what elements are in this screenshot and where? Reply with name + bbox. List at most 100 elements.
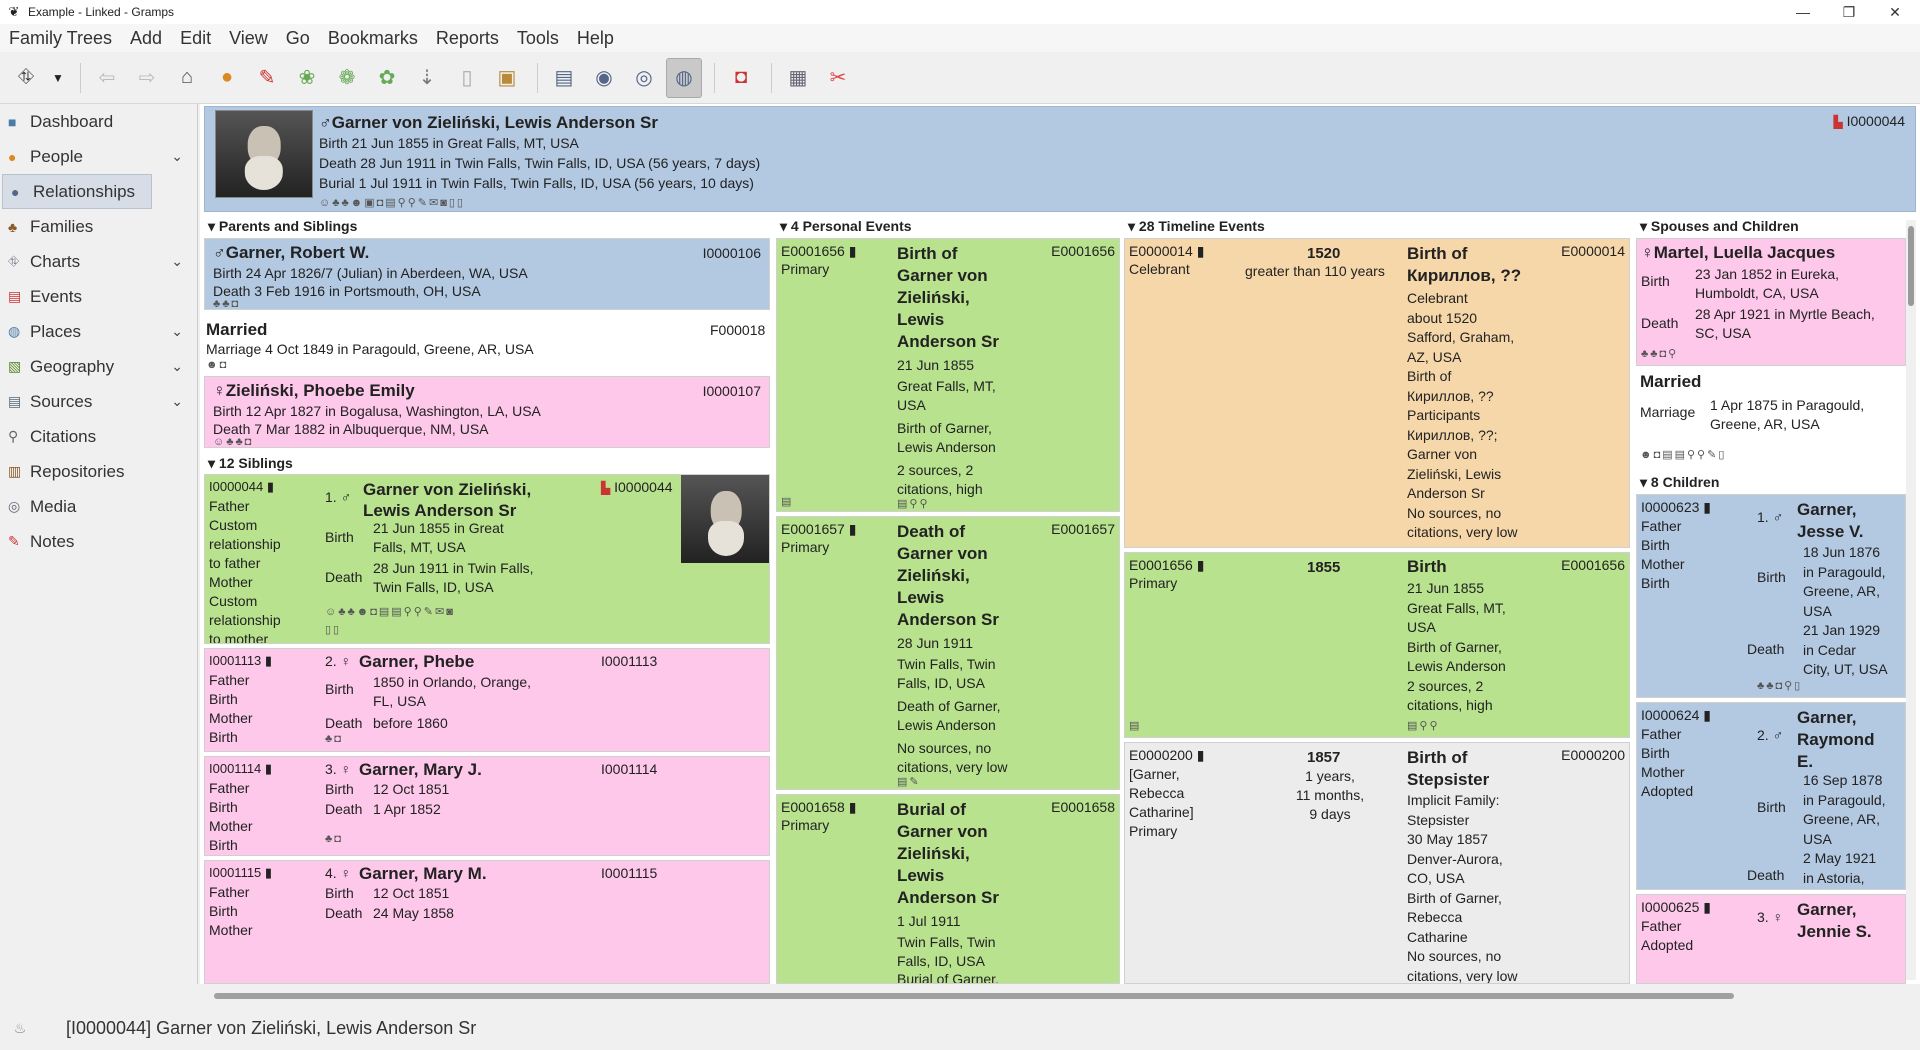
scrollbar-thumb[interactable]	[1908, 226, 1914, 306]
nav-families[interactable]: ♣ Families	[0, 209, 197, 244]
sibling-card[interactable]: I0001115 ▮ Father Birth Mother 4. ♀ Garn…	[204, 860, 770, 984]
child-name[interactable]: Garner, Jesse V.	[1797, 499, 1864, 543]
event-title[interactable]: Birth of Кириллов, ??	[1407, 243, 1521, 287]
sibling-name[interactable]: Garner, Mary J.	[359, 760, 482, 780]
family-trees-icon[interactable]: ⛗	[8, 58, 44, 98]
sibling-name[interactable]: Garner, Mary M.	[359, 864, 487, 884]
nav-charts[interactable]: ⛗ Charts ⌄	[0, 244, 197, 279]
mother-name[interactable]: ♀Zieliński, Phoebe Emily	[213, 381, 415, 401]
restore-button[interactable]: ❐	[1826, 0, 1872, 24]
chevron-down-icon[interactable]: ⌄	[171, 148, 183, 165]
event-title[interactable]: Death of Garner von Zieliński, Lewis And…	[897, 521, 999, 631]
child-name[interactable]: Garner, Raymond E.	[1797, 707, 1874, 773]
personal-events-header[interactable]: ▾ 4 Personal Events	[780, 218, 912, 235]
timeline-event-card[interactable]: E0000200 ▮ [Garner, Rebecca Catharine] P…	[1124, 742, 1630, 984]
timeline-event-card[interactable]: E0000014 ▮ Celebrant 1520 greater than 1…	[1124, 238, 1630, 548]
timeline-header[interactable]: ▾ 28 Timeline Events	[1128, 218, 1265, 235]
spouse-card[interactable]: ♀Martel, Luella Jacques Birth 23 Jan 185…	[1636, 238, 1906, 366]
sibling-name[interactable]: Garner von Zieliński, Lewis Anderson Sr	[363, 479, 531, 521]
child-card[interactable]: I0000625 ▮ Father Adopted 3. ♀ Garner, J…	[1636, 894, 1906, 984]
chevron-down-icon[interactable]: ⌄	[171, 253, 183, 270]
forward-icon[interactable]: ⇨	[129, 58, 165, 98]
filter-sidebar-icon[interactable]: ▤	[546, 58, 582, 98]
siblings-header[interactable]: ▾ 12 Siblings	[208, 455, 293, 472]
parents-siblings-header[interactable]: ▾ Parents and Siblings	[208, 218, 357, 235]
child-card[interactable]: I0000623 ▮ Father Birth Mother Birth 1. …	[1636, 494, 1906, 698]
chevron-down-icon[interactable]: ⌄	[171, 323, 183, 340]
mother-card[interactable]: ♀Zieliński, Phoebe Emily I0000107 Birth …	[204, 376, 770, 448]
add-family-icon[interactable]: ✿	[369, 58, 405, 98]
father-name[interactable]: ♂Garner, Robert W.	[213, 243, 369, 263]
horizontal-scrollbar[interactable]	[208, 991, 1908, 1001]
person-icon[interactable]: ●	[209, 58, 245, 98]
event-title[interactable]: Burial of Garner von Zieliński, Lewis An…	[897, 799, 999, 909]
nav-media[interactable]: ◎ Media	[0, 489, 197, 524]
active-person-name[interactable]: ♂Garner von Zieliński, Lewis Anderson Sr	[319, 113, 658, 133]
menu-help[interactable]: Help	[568, 28, 623, 49]
nav-notes[interactable]: ✎ Notes	[0, 524, 197, 559]
nav-repositories[interactable]: ▥ Repositories	[0, 454, 197, 489]
personal-event-card[interactable]: E0001658 ▮ Primary E0001658 Burial of Ga…	[776, 794, 1120, 984]
person-photo[interactable]	[215, 110, 313, 198]
nav-events[interactable]: ▤ Events	[0, 279, 197, 314]
reorder-icon[interactable]: ⇣	[409, 58, 445, 98]
father-card[interactable]: ♂Garner, Robert W. I0000106 Birth 24 Apr…	[204, 238, 770, 310]
spouses-header[interactable]: ▾ Spouses and Children	[1640, 218, 1799, 235]
spouse-icons: ♣♣◘⚲	[1641, 348, 1679, 360]
event-title[interactable]: Birth of Stepsister	[1407, 747, 1489, 791]
sibling-card[interactable]: I0000044 ▮ Father Custom relationship to…	[204, 474, 770, 644]
nav-people[interactable]: ● People ⌄	[0, 139, 197, 174]
event-title[interactable]: Birth of Garner von Zieliński, Lewis And…	[897, 243, 999, 353]
child-card[interactable]: I0000624 ▮ Father Birth Mother Adopted 2…	[1636, 702, 1906, 890]
timeline-event-card[interactable]: E0001656 ▮ Primary 1855 Birth E0001656 2…	[1124, 552, 1630, 738]
chevron-down-icon[interactable]: ⌄	[171, 393, 183, 410]
sibling-card[interactable]: I0001114 ▮ Father Birth Mother Birth 3. …	[204, 756, 770, 856]
vertical-scrollbar[interactable]	[1906, 220, 1916, 980]
edit-icon[interactable]: ✎	[249, 58, 285, 98]
nav-places[interactable]: ◍ Places ⌄	[0, 314, 197, 349]
nav-sources[interactable]: ▤ Sources ⌄	[0, 384, 197, 419]
chevron-down-icon[interactable]: ⌄	[171, 358, 183, 375]
add-partner-icon[interactable]: ❀	[289, 58, 325, 98]
menu-family-trees[interactable]: Family Trees	[0, 28, 121, 49]
view-icon-2[interactable]: ◎	[626, 58, 662, 98]
event-year: 1520	[1307, 245, 1341, 262]
spouse-name[interactable]: ♀Martel, Luella Jacques	[1641, 243, 1835, 263]
children-header[interactable]: ▾ 8 Children	[1640, 474, 1719, 491]
reports-icon[interactable]: ◘	[723, 58, 759, 98]
home-icon[interactable]: ⌂	[169, 58, 205, 98]
active-person-header[interactable]: ♂Garner von Zieliński, Lewis Anderson Sr…	[204, 106, 1916, 212]
menu-bookmarks[interactable]: Bookmarks	[319, 28, 427, 49]
dropdown-icon[interactable]: ▼	[48, 58, 68, 98]
child-name[interactable]: Garner, Jennie S.	[1797, 899, 1872, 943]
nav-citations[interactable]: ⚲ Citations	[0, 419, 197, 454]
menu-edit[interactable]: Edit	[171, 28, 220, 49]
clipboard-empty-icon[interactable]: ▯	[449, 58, 485, 98]
personal-event-card[interactable]: E0001656 ▮ Primary E0001656 Birth of Gar…	[776, 238, 1120, 512]
personal-event-card[interactable]: E0001657 ▮ Primary E0001657 Death of Gar…	[776, 516, 1120, 790]
active-person-tool-icons[interactable]: ☺♣♣☻▣◘▤⚲⚲✎✉◙▯▯	[319, 196, 465, 209]
nav-relationships[interactable]: ● Relationships	[2, 174, 152, 209]
view-icon-1[interactable]: ◉	[586, 58, 622, 98]
back-icon[interactable]: ⇦	[89, 58, 125, 98]
menu-go[interactable]: Go	[277, 28, 319, 49]
nav-dashboard[interactable]: ■ Dashboard	[0, 104, 197, 139]
sibling-name[interactable]: Garner, Phebe	[359, 652, 474, 672]
event-title[interactable]: Birth	[1407, 557, 1447, 577]
menu-add[interactable]: Add	[121, 28, 171, 49]
add-parents-icon[interactable]: ❁	[329, 58, 365, 98]
close-button[interactable]: ✕	[1872, 0, 1918, 24]
menu-view[interactable]: View	[220, 28, 277, 49]
nav-geography[interactable]: ▧ Geography ⌄	[0, 349, 197, 384]
scrollbar-thumb[interactable]	[214, 993, 1734, 999]
minimize-button[interactable]: —	[1780, 0, 1826, 24]
sibling-card[interactable]: I0001113 ▮ Father Birth Mother Birth 2. …	[204, 648, 770, 752]
media-icon[interactable]: ▦	[780, 58, 816, 98]
people-icon: ●	[8, 148, 17, 165]
menu-reports[interactable]: Reports	[427, 28, 508, 49]
clipboard-icon[interactable]: ▣	[489, 58, 525, 98]
sibling-photo[interactable]	[681, 475, 769, 563]
relationship-view-icon[interactable]: ◍	[666, 57, 702, 98]
tools-icon[interactable]: ✂	[820, 58, 856, 98]
menu-tools[interactable]: Tools	[508, 28, 568, 49]
